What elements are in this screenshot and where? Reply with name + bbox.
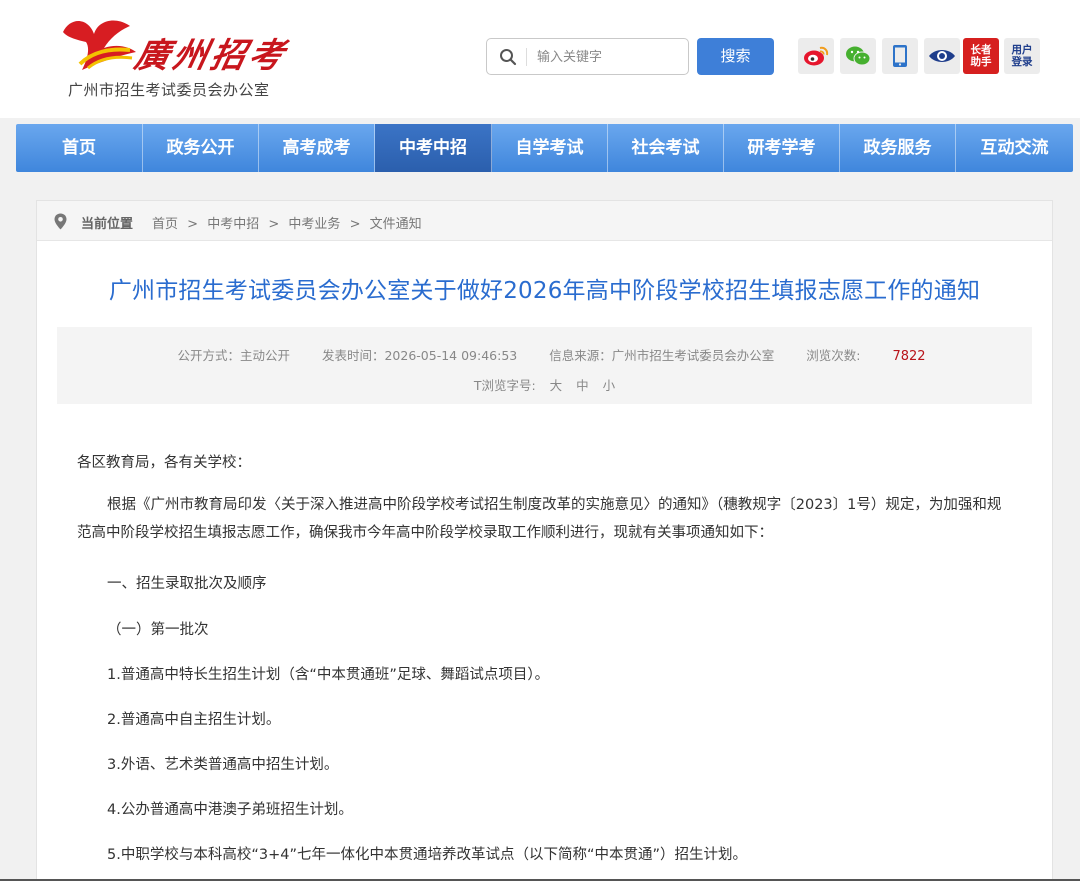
- breadcrumb-separator: >: [268, 217, 280, 232]
- font-size-small[interactable]: 小: [603, 378, 616, 393]
- content-panel: 当前位置 首页 > 中考中招 > 中考业务 > 文件通知 广州市招生考试委员会办…: [36, 200, 1053, 881]
- breadcrumb: 当前位置 首页 > 中考中招 > 中考业务 > 文件通知: [37, 201, 1052, 241]
- nav-item-graduate-exam[interactable]: 研考学考: [724, 124, 840, 172]
- search-input[interactable]: [537, 46, 682, 68]
- site-logo[interactable]: 廣州招考 广州市招生考试委员会办公室: [58, 12, 292, 102]
- list-item: 4.公办普通高中港澳子弟班招生计划。: [107, 802, 353, 818]
- user-login-label: 用户登录: [1011, 44, 1033, 68]
- location-pin-icon: [54, 213, 67, 230]
- breadcrumb-separator: >: [187, 217, 199, 232]
- nav-item-government-services[interactable]: 政务服务: [840, 124, 956, 172]
- info-source: 信息来源：广州市招生考试委员会办公室: [549, 348, 775, 363]
- salutation: 各区教育局，各有关学校：: [77, 455, 251, 471]
- user-login-icon[interactable]: 用户登录: [1004, 38, 1040, 74]
- nav-item-government-affairs[interactable]: 政务公开: [143, 124, 259, 172]
- font-size-large[interactable]: 大: [550, 378, 563, 393]
- nav-item-gaokao[interactable]: 高考成考: [259, 124, 375, 172]
- nav-item-self-study-exam[interactable]: 自学考试: [492, 124, 608, 172]
- kapok-flower-icon: [63, 20, 136, 70]
- weibo-icon[interactable]: [798, 38, 834, 74]
- main-nav: 首页 政务公开 高考成考 中考中招 自学考试 社会考试 研考学考 政务服务 互动…: [16, 124, 1073, 172]
- search-divider: [526, 48, 527, 66]
- search-box: [486, 38, 689, 75]
- intro-paragraph: 根据《广州市教育局印发〈关于深入推进高中阶段学校考试招生制度改革的实施意见〉的通…: [77, 497, 1002, 541]
- site-header: 廣州招考 广州市招生考试委员会办公室 搜索: [0, 0, 1080, 118]
- article-title: 广州市招生考试委员会办公室关于做好2026年高中阶段学校招生填报志愿工作的通知: [108, 278, 981, 304]
- mobile-icon[interactable]: [882, 38, 918, 74]
- breadcrumb-label: 当前位置: [81, 217, 134, 232]
- publish-time: 发表时间：2026-05-14 09:46:53: [321, 348, 518, 363]
- publish-mode: 公开方式：主动公开: [177, 348, 290, 363]
- section-heading: 一、招生录取批次及顺序: [107, 576, 267, 592]
- wechat-icon[interactable]: [840, 38, 876, 74]
- list-item: 2.普通高中自主招生计划。: [107, 712, 281, 728]
- nav-item-interaction[interactable]: 互动交流: [956, 124, 1073, 172]
- logo-organization-name: 广州市招生考试委员会办公室: [68, 81, 270, 99]
- list-item: 5.中职学校与本科高校“3+4”七年一体化中本贯通培养改革试点（以下简称“中本贯…: [107, 847, 747, 863]
- search-button[interactable]: 搜索: [697, 38, 774, 75]
- eye-accessibility-icon[interactable]: [924, 38, 960, 74]
- views-count: 7822: [892, 349, 926, 364]
- article-meta: 公开方式：主动公开 发表时间：2026-05-14 09:46:53 信息来源：…: [57, 327, 1032, 404]
- subsection-heading: （一）第一批次: [107, 622, 209, 638]
- breadcrumb-trail: 首页 > 中考中招 > 中考业务 > 文件通知: [152, 213, 422, 232]
- breadcrumb-item-home[interactable]: 首页: [152, 217, 178, 232]
- elder-helper-label: 长者助手: [970, 44, 992, 68]
- elder-helper-icon[interactable]: 长者助手: [963, 38, 999, 74]
- font-size-label: T浏览字号:: [473, 378, 536, 393]
- list-item: 1.普通高中特长生招生计划（含“中本贯通班”足球、舞蹈试点项目）。: [107, 667, 550, 683]
- views-label: 浏览次数:: [806, 348, 861, 363]
- nav-item-home[interactable]: 首页: [16, 124, 143, 172]
- breadcrumb-item-zhongkao[interactable]: 中考中招: [207, 217, 259, 232]
- list-item: 3.外语、艺术类普通高中招生计划。: [107, 757, 339, 773]
- breadcrumb-item-notices[interactable]: 文件通知: [370, 217, 422, 232]
- logo-script-text: 廣州招考: [131, 36, 292, 76]
- nav-item-zhongkao[interactable]: 中考中招: [375, 124, 492, 172]
- breadcrumb-separator: >: [349, 217, 361, 232]
- nav-item-social-exam[interactable]: 社会考试: [608, 124, 724, 172]
- breadcrumb-item-zhongkao-business[interactable]: 中考业务: [288, 217, 340, 232]
- font-size-medium[interactable]: 中: [576, 378, 589, 393]
- search-icon: [500, 49, 517, 66]
